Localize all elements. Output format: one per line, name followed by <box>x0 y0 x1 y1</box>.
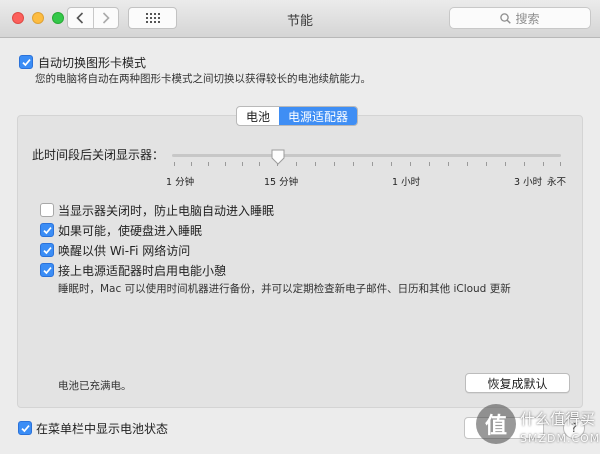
wifi-wake-checkbox[interactable] <box>40 243 54 257</box>
prevent-sleep-label: 当显示器关闭时，防止电脑自动进入睡眠 <box>58 204 275 218</box>
minimize-window-button[interactable] <box>32 12 44 24</box>
disk-sleep-label: 如果可能，使硬盘进入睡眠 <box>58 224 203 238</box>
checkmark-icon <box>21 425 30 433</box>
slider-tick <box>560 162 561 166</box>
chevron-right-icon <box>102 12 110 24</box>
slider-tick <box>191 162 192 166</box>
battery-status-text: 电池已充满电。 <box>58 380 132 392</box>
display-sleep-slider-track[interactable] <box>172 154 561 157</box>
search-input[interactable]: 搜索 <box>449 7 591 29</box>
tick-label-1hour: 1 小时 <box>392 177 421 188</box>
slider-tick <box>543 162 544 166</box>
slider-tick <box>505 162 506 166</box>
auto-switch-label: 自动切换图形卡模式 <box>38 56 147 70</box>
slider-tick <box>410 162 411 166</box>
close-window-button[interactable] <box>12 12 24 24</box>
tick-label-1min: 1 分钟 <box>166 177 195 188</box>
checkmark-icon <box>22 59 31 67</box>
slider-tick <box>391 162 392 166</box>
slider-tick <box>524 162 525 166</box>
slider-tick <box>225 162 226 166</box>
watermark-logo: 值 什么值得买 SMZDM.COM <box>476 402 600 454</box>
slider-tick <box>486 162 487 166</box>
prevent-sleep-checkbox[interactable] <box>40 203 54 217</box>
slider-tick <box>296 162 297 166</box>
slider-tick <box>259 162 260 166</box>
power-nap-checkbox[interactable] <box>40 263 54 277</box>
slider-tick <box>429 162 430 166</box>
slider-tick <box>372 162 373 166</box>
checkmark-icon <box>43 267 52 275</box>
watermark-text: 什么值得买 <box>520 410 596 428</box>
nav-button-group <box>67 7 119 29</box>
slider-tick <box>315 162 316 166</box>
search-placeholder: 搜索 <box>515 11 540 26</box>
tick-label-15min: 15 分钟 <box>264 177 299 188</box>
slider-tick <box>174 162 175 166</box>
search-icon <box>500 12 512 24</box>
slider-tick <box>353 162 354 166</box>
tick-label-3hours: 3 小时 <box>514 177 543 188</box>
slider-tick <box>467 162 468 166</box>
display-sleep-label: 此时间段后关闭显示器： <box>32 148 165 162</box>
slider-tick <box>334 162 335 166</box>
title-bar: 节能 搜索 <box>0 0 600 38</box>
slider-tick <box>208 162 209 166</box>
power-nap-label: 接上电源适配器时启用电能小憩 <box>58 264 227 278</box>
grid-icon <box>145 13 160 23</box>
tab-battery[interactable]: 电池 <box>237 107 279 125</box>
slider-tick <box>242 162 243 166</box>
back-button[interactable] <box>68 8 93 28</box>
watermark-domain: SMZDM.COM <box>520 432 600 445</box>
show-battery-status-label: 在菜单栏中显示电池状态 <box>36 422 169 436</box>
tab-segmented-control: 电池 电源适配器 <box>236 106 359 126</box>
slider-tick <box>448 162 449 166</box>
zoom-window-button[interactable] <box>52 12 64 24</box>
show-battery-status-checkbox[interactable] <box>18 421 32 435</box>
auto-switch-checkbox[interactable] <box>19 55 33 69</box>
tab-power-adapter[interactable]: 电源适配器 <box>279 107 358 125</box>
auto-switch-description: 您的电脑将自动在两种图形卡模式之间切换以获得较长的电池续航能力。 <box>35 73 371 85</box>
chevron-left-icon <box>76 12 84 24</box>
restore-defaults-button[interactable]: 恢复成默认 <box>465 373 570 393</box>
forward-button[interactable] <box>92 8 119 28</box>
checkmark-icon <box>43 247 52 255</box>
checkmark-icon <box>43 227 52 235</box>
watermark-mark: 值 <box>476 404 516 444</box>
wifi-wake-label: 唤醒以供 Wi-Fi 网络访问 <box>58 244 191 258</box>
power-nap-description: 睡眠时，Mac 可以使用时间机器进行备份，并可以定期检查新电子邮件、日历和其他 … <box>58 283 511 295</box>
display-sleep-slider-thumb[interactable] <box>271 149 285 165</box>
window-title: 节能 <box>286 14 313 29</box>
tick-label-never: 永不 <box>547 177 567 188</box>
disk-sleep-checkbox[interactable] <box>40 223 54 237</box>
show-all-button[interactable] <box>128 7 177 29</box>
